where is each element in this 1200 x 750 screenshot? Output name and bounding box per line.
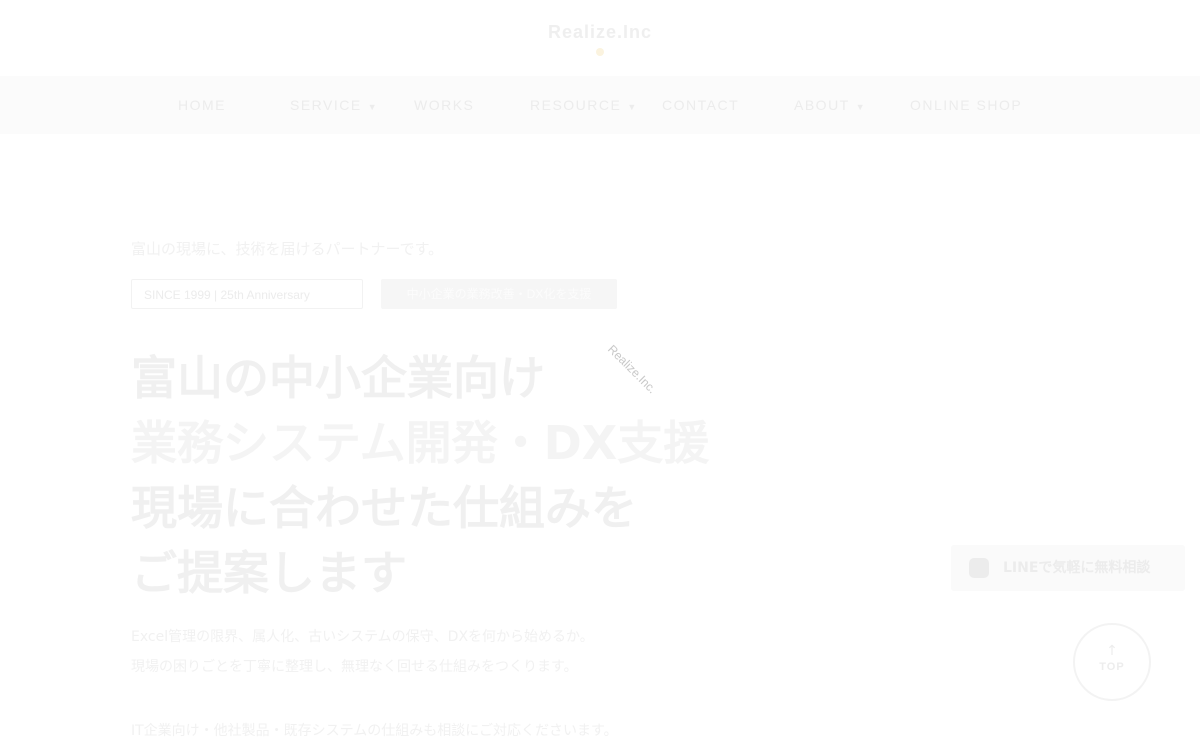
- nav-item-contact[interactable]: CONTACT: [662, 76, 739, 134]
- chevron-down-icon: ▼: [367, 102, 379, 112]
- nav-item-label: CONTACT: [662, 97, 740, 113]
- nav-item-home[interactable]: HOME: [178, 76, 226, 134]
- service-badge: 中小企業の業務改善・DX化を支援: [381, 279, 617, 309]
- nav-item-resource[interactable]: RESOURCE ▼: [530, 76, 638, 134]
- chevron-down-icon: ▼: [627, 102, 638, 112]
- nav-item-online-shop[interactable]: ONLINE SHOP: [910, 76, 1022, 134]
- line-consult-label: LINEで気軽に無料相談: [1003, 560, 1151, 576]
- headline-line-3: 現場に合わせた仕組みを: [131, 481, 637, 535]
- headline-line-1: 富山の中小企業向け: [131, 351, 545, 405]
- nav-item-label: ONLINE SHOP: [910, 97, 1023, 113]
- site-logo[interactable]: Realize.Inc: [0, 22, 1200, 43]
- nav-item-label: ABOUT: [794, 97, 850, 113]
- line-icon: [969, 558, 989, 578]
- arrow-up-icon: ↑: [1106, 643, 1118, 659]
- nav-item-service[interactable]: SERVICE ▼: [290, 76, 378, 134]
- hero-body-line-3: IT企業向け・他社製品・既存システムの仕組みも相談にご対応くださいます。: [131, 723, 618, 739]
- line-consult-button[interactable]: LINEで気軽に無料相談: [951, 545, 1185, 591]
- back-to-top-label: TOP: [1099, 661, 1125, 673]
- back-to-top-button[interactable]: ↑ TOP: [1073, 623, 1151, 701]
- nav-item-label: WORKS: [414, 97, 475, 113]
- nav-item-label: HOME: [178, 97, 226, 113]
- main-nav: HOME SERVICE ▼ WORKS RESOURCE ▼ CONTACT AB…: [0, 76, 1200, 134]
- headline-line-4: ご提案します: [131, 546, 407, 600]
- since-badge: SINCE 1999 | 25th Anniversary: [131, 279, 363, 309]
- headline-line-2: 業務システム開発・DX支援: [131, 416, 710, 470]
- logo-mark-icon: [596, 48, 604, 56]
- hero-body-line-1: Excel管理の限界、属人化、古いシステムの保守、DXを何から始めるか。: [131, 629, 594, 645]
- chevron-down-icon: ▼: [855, 102, 867, 112]
- nav-item-label: RESOURCE: [530, 97, 622, 113]
- hero-lead: 富山の現場に、技術を届けるパートナーです。: [131, 241, 444, 258]
- nav-item-about[interactable]: ABOUT ▼: [794, 76, 866, 134]
- nav-item-label: SERVICE: [290, 97, 362, 113]
- hero-body-line-2: 現場の困りごとを丁寧に整理し、無理なく回せる仕組みをつくります。: [131, 659, 578, 675]
- nav-item-works[interactable]: WORKS: [414, 76, 474, 134]
- site-header: Realize.Inc: [0, 0, 1200, 76]
- watermark: Realize.Inc.: [605, 342, 660, 397]
